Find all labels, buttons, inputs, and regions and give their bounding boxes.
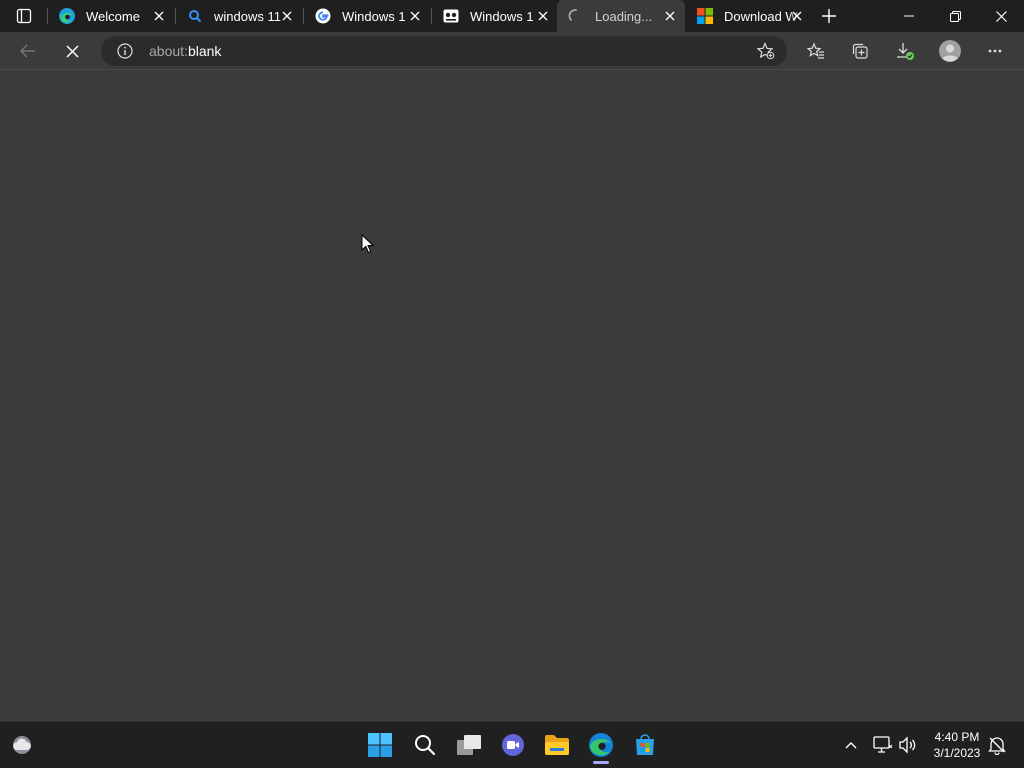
downloads-button[interactable] xyxy=(890,36,920,66)
collections-icon xyxy=(851,42,869,60)
close-tab-icon[interactable] xyxy=(408,9,422,23)
url-prefix: about: xyxy=(149,43,188,59)
start-icon[interactable] xyxy=(365,730,395,760)
file-explorer-icon[interactable] xyxy=(542,730,572,760)
close-tab-icon[interactable] xyxy=(536,9,550,23)
close-icon xyxy=(995,10,1007,22)
close-window-button[interactable] xyxy=(978,0,1024,32)
show-hidden-icons-chevron-icon[interactable] xyxy=(840,734,862,756)
favorites-button[interactable] xyxy=(801,36,831,66)
microsoft-logo-icon xyxy=(696,7,714,25)
tab-windows-site[interactable]: Windows 1 xyxy=(432,0,558,32)
tab-actions-menu-icon[interactable] xyxy=(10,6,38,26)
tab-strip: Welcome windows 11 Windows 1 Windows 1 L… xyxy=(0,0,1024,32)
notifications-icon[interactable] xyxy=(986,734,1008,756)
settings-and-more-button[interactable] xyxy=(980,36,1010,66)
taskbar: 4:40 PM 3/1/2023 xyxy=(0,721,1024,768)
edge-logo-icon xyxy=(58,7,76,25)
favorites-icon xyxy=(807,42,825,60)
clock-time: 4:40 PM xyxy=(934,730,980,744)
edge-icon[interactable] xyxy=(586,730,616,760)
restore-button[interactable] xyxy=(932,0,978,32)
minimize-icon xyxy=(904,15,914,17)
avatar xyxy=(939,40,961,62)
add-favorite-icon[interactable] xyxy=(757,42,775,60)
tab-windows-11-search[interactable]: windows 11 xyxy=(176,0,302,32)
address-url[interactable]: about:blank xyxy=(149,43,221,59)
download-icon xyxy=(895,41,915,61)
active-app-indicator xyxy=(593,761,609,764)
stop-x-icon xyxy=(65,44,79,58)
tab-download-windows[interactable]: Download W xyxy=(686,0,812,32)
url-host: blank xyxy=(187,43,222,59)
more-horizontal-icon xyxy=(988,49,1002,53)
new-tab-button[interactable] xyxy=(818,5,840,27)
mouse-pointer-icon xyxy=(361,234,374,254)
network-icon[interactable] xyxy=(872,734,894,756)
back-arrow-icon xyxy=(20,44,36,58)
plus-icon xyxy=(822,9,836,23)
tab-welcome[interactable]: Welcome xyxy=(48,0,174,32)
system-clock[interactable]: 4:40 PM 3/1/2023 xyxy=(926,729,988,761)
navigation-toolbar: about:blank xyxy=(0,32,1024,70)
task-view-icon[interactable] xyxy=(454,730,484,760)
tab-windows-google[interactable]: Windows 1 xyxy=(304,0,430,32)
microsoft-store-icon[interactable] xyxy=(630,730,660,760)
close-tab-icon[interactable] xyxy=(790,9,804,23)
blank-page-content[interactable] xyxy=(0,71,1024,721)
loading-spinner-icon xyxy=(567,7,585,25)
teams-chat-icon[interactable] xyxy=(498,730,528,760)
collections-button[interactable] xyxy=(845,36,875,66)
stop-loading-button[interactable] xyxy=(57,36,87,66)
info-icon[interactable] xyxy=(117,43,133,59)
close-tab-icon[interactable] xyxy=(663,9,677,23)
tab-loading[interactable]: Loading... xyxy=(557,0,685,32)
site-logo-icon xyxy=(442,7,460,25)
back-button[interactable] xyxy=(13,36,43,66)
search-icon[interactable] xyxy=(410,730,440,760)
google-g-icon xyxy=(314,7,332,25)
clock-date: 3/1/2023 xyxy=(933,746,981,760)
volume-icon[interactable] xyxy=(897,734,919,756)
weather-widget-icon[interactable] xyxy=(7,730,37,760)
minimize-button[interactable] xyxy=(886,0,932,32)
address-bar[interactable]: about:blank xyxy=(101,36,787,66)
close-tab-icon[interactable] xyxy=(280,9,294,23)
restore-icon xyxy=(949,10,961,22)
profile-button[interactable] xyxy=(935,36,965,66)
search-icon xyxy=(186,7,204,25)
close-tab-icon[interactable] xyxy=(152,9,166,23)
